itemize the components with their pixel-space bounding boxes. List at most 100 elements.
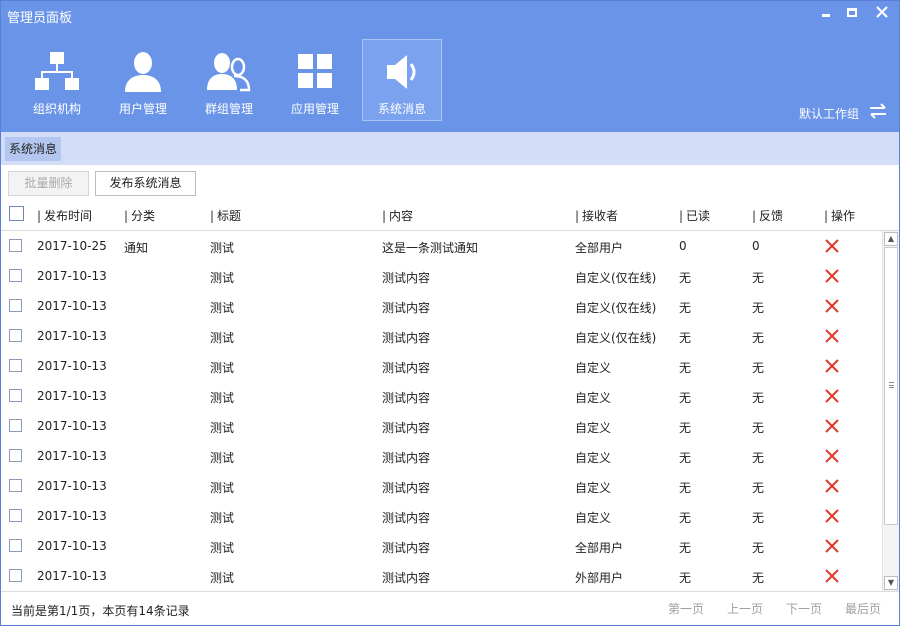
table-row[interactable]: 2017-10-13 测试 测试内容 自定义(仅在线) 无 无: [1, 291, 881, 321]
scroll-down-arrow-icon[interactable]: ▼: [884, 576, 898, 590]
row-checkbox[interactable]: [9, 239, 22, 252]
cell-receiver: 自定义: [575, 451, 612, 465]
cell-title: 测试: [210, 271, 235, 285]
cell-content: 测试内容: [382, 331, 431, 345]
cell-time: 2017-10-13: [37, 509, 107, 523]
delete-icon[interactable]: [824, 298, 840, 314]
first-page-link[interactable]: 第一页: [668, 600, 704, 617]
scroll-up-arrow-icon[interactable]: ▲: [884, 232, 898, 246]
cell-title: 测试: [210, 301, 235, 315]
cell-receiver: 自定义(仅在线): [575, 301, 657, 315]
delete-icon[interactable]: [824, 448, 840, 464]
close-button[interactable]: [871, 4, 893, 20]
page-status-text: 当前是第1/1页，本页有14条记录: [11, 604, 190, 618]
row-checkbox[interactable]: [9, 449, 22, 462]
row-checkbox[interactable]: [9, 479, 22, 492]
workgroup-label[interactable]: 默认工作组: [799, 105, 859, 122]
minimize-button[interactable]: [815, 4, 837, 20]
cell-receiver: 自定义: [575, 361, 612, 375]
table-row[interactable]: 2017-10-25 通知 测试 这是一条测试通知 全部用户 0 0: [1, 231, 881, 261]
table-row[interactable]: 2017-10-13 测试 测试内容 自定义 无 无: [1, 501, 881, 531]
delete-icon[interactable]: [824, 238, 840, 254]
select-all-checkbox[interactable]: [9, 206, 24, 221]
switch-icon[interactable]: [869, 103, 887, 119]
delete-icon[interactable]: [824, 568, 840, 584]
delete-icon[interactable]: [824, 418, 840, 434]
col-header-time[interactable]: 发布时间: [37, 207, 92, 224]
cell-read-count: 无: [679, 391, 692, 405]
table-row[interactable]: 2017-10-13 测试 测试内容 自定义 无 无: [1, 351, 881, 381]
table-row[interactable]: 2017-10-13 测试 测试内容 全部用户 无 无: [1, 531, 881, 561]
pagination-bar: 当前是第1/1页，本页有14条记录 第一页 上一页 下一页 最后页: [1, 591, 899, 625]
col-header-receiver[interactable]: 接收者: [575, 207, 618, 224]
delete-icon[interactable]: [824, 388, 840, 404]
org-chart-icon: [35, 52, 79, 90]
nav-item-system-messages[interactable]: 系统消息: [362, 39, 442, 121]
row-checkbox[interactable]: [9, 569, 22, 582]
scrollbar-thumb[interactable]: [884, 247, 898, 525]
cell-content: 测试内容: [382, 421, 431, 435]
admin-panel-window: 管理员面板 组织机构 用户管理 群组管理 应用管理 系统消息 默认工作组 系统消…: [0, 0, 900, 626]
table-row[interactable]: 2017-10-13 测试 测试内容 自定义 无 无: [1, 441, 881, 471]
cell-time: 2017-10-13: [37, 299, 107, 313]
prev-page-link[interactable]: 上一页: [727, 600, 763, 617]
nav-label-groups: 群组管理: [204, 102, 253, 116]
cell-content: 测试内容: [382, 481, 431, 495]
cell-time: 2017-10-13: [37, 449, 107, 463]
cell-title: 测试: [210, 481, 235, 495]
row-checkbox[interactable]: [9, 359, 22, 372]
table-row[interactable]: 2017-10-13 测试 测试内容 自定义(仅在线) 无 无: [1, 261, 881, 291]
nav-item-apps[interactable]: 应用管理: [275, 39, 355, 121]
col-header-title[interactable]: 标题: [210, 207, 241, 224]
col-header-content[interactable]: 内容: [382, 207, 413, 224]
next-page-link[interactable]: 下一页: [786, 600, 822, 617]
row-checkbox[interactable]: [9, 389, 22, 402]
cell-receiver: 全部用户: [575, 541, 624, 555]
nav-label-system-messages: 系统消息: [377, 102, 426, 116]
cell-content: 测试内容: [382, 391, 431, 405]
cell-read-count: 无: [679, 571, 692, 585]
delete-icon[interactable]: [824, 478, 840, 494]
table-row[interactable]: 2017-10-13 测试 测试内容 自定义 无 无: [1, 381, 881, 411]
table-row[interactable]: 2017-10-13 测试 测试内容 外部用户 无 无: [1, 561, 881, 591]
row-checkbox[interactable]: [9, 419, 22, 432]
tab-system-messages[interactable]: 系统消息: [5, 137, 62, 161]
cell-title: 测试: [210, 241, 235, 255]
delete-icon[interactable]: [824, 538, 840, 554]
col-header-read[interactable]: 已读: [679, 207, 710, 224]
row-checkbox[interactable]: [9, 329, 22, 342]
row-checkbox[interactable]: [9, 269, 22, 282]
maximize-button[interactable]: [841, 4, 863, 20]
col-header-feedback[interactable]: 反馈: [752, 207, 783, 224]
col-header-category[interactable]: 分类: [124, 207, 155, 224]
close-icon: [876, 6, 888, 18]
table-row[interactable]: 2017-10-13 测试 测试内容 自定义 无 无: [1, 471, 881, 501]
publish-message-button[interactable]: 发布系统消息: [95, 171, 196, 196]
grip-icon: [889, 382, 894, 388]
nav-item-users[interactable]: 用户管理: [103, 39, 183, 121]
maximize-icon: [847, 7, 857, 17]
cell-time: 2017-10-13: [37, 419, 107, 433]
cell-content: 测试内容: [382, 541, 431, 555]
delete-icon[interactable]: [824, 358, 840, 374]
delete-icon[interactable]: [824, 508, 840, 524]
cell-title: 测试: [210, 331, 235, 345]
cell-receiver: 自定义: [575, 391, 612, 405]
nav-item-groups[interactable]: 群组管理: [189, 39, 269, 121]
row-checkbox[interactable]: [9, 539, 22, 552]
cell-read-count: 无: [679, 511, 692, 525]
delete-icon[interactable]: [824, 328, 840, 344]
last-page-link[interactable]: 最后页: [845, 600, 881, 617]
cell-content: 测试内容: [382, 301, 431, 315]
vertical-scrollbar[interactable]: ▲ ▼: [882, 231, 899, 591]
cell-read-count: 无: [679, 331, 692, 345]
table-row[interactable]: 2017-10-13 测试 测试内容 自定义(仅在线) 无 无: [1, 321, 881, 351]
row-checkbox[interactable]: [9, 299, 22, 312]
cell-title: 测试: [210, 451, 235, 465]
row-checkbox[interactable]: [9, 509, 22, 522]
delete-icon[interactable]: [824, 268, 840, 284]
batch-delete-button[interactable]: 批量删除: [8, 171, 89, 196]
table-row[interactable]: 2017-10-13 测试 测试内容 自定义 无 无: [1, 411, 881, 441]
nav-item-org[interactable]: 组织机构: [17, 39, 97, 121]
cell-title: 测试: [210, 571, 235, 585]
